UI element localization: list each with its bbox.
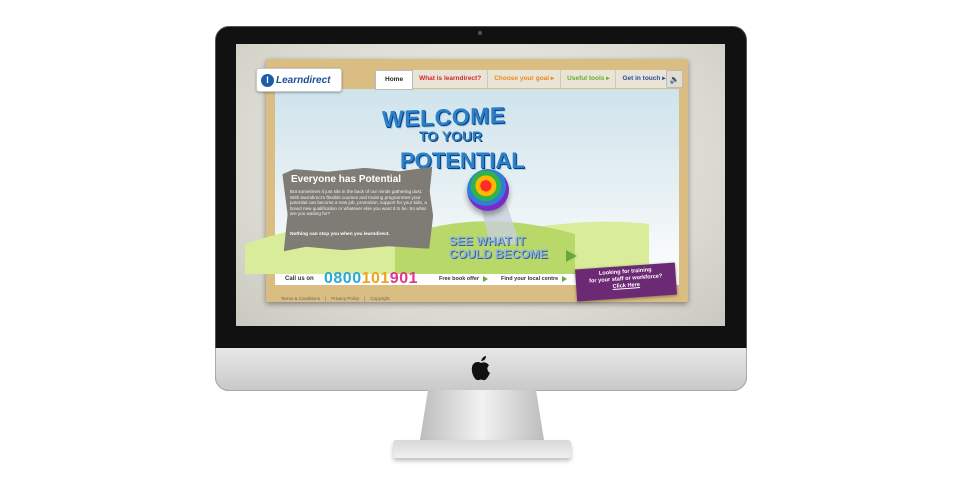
nav-what-label: What is learndirect? <box>419 75 482 82</box>
logo-mark: l <box>261 73 274 87</box>
nav-home[interactable]: Home <box>375 70 414 90</box>
panel-title: Everyone has Potential <box>291 174 402 185</box>
call-us-label: Call us on <box>285 276 314 282</box>
nav-choose-your-goal[interactable]: Choose your goal ▸ <box>488 70 562 88</box>
play-arrow-icon[interactable] <box>566 250 577 262</box>
free-book-offer-link[interactable]: Free book offer <box>439 276 489 282</box>
learndirect-logo[interactable]: l Learndirect <box>256 68 342 92</box>
arrow-right-icon <box>562 276 568 282</box>
apple-logo-icon <box>471 356 490 381</box>
logo-text: Learndirect <box>276 74 331 86</box>
nav-what-is-learndirect[interactable]: What is learndirect? <box>413 70 489 88</box>
local-centre-label: Find your local centre <box>501 276 559 282</box>
phone-part-3: 901 <box>389 270 418 287</box>
panel-tagline: Nothing can stop you when you learndirec… <box>290 232 390 237</box>
footer-separator: | <box>325 296 327 301</box>
see-what-it-could-become-link[interactable]: SEE WHAT IT COULD BECOME <box>449 235 548 261</box>
phone-part-2: 101 <box>361 270 390 287</box>
chevron-right-icon: ▸ <box>606 75 610 82</box>
phone-part-1: 0800 <box>324 270 362 287</box>
phone-number[interactable]: 0800101901 <box>324 270 418 288</box>
imac-stand <box>420 390 544 440</box>
chevron-right-icon: ▸ <box>662 75 666 82</box>
nav-useful-tools[interactable]: Useful tools ▸ <box>561 70 617 88</box>
cta-line2: COULD BECOME <box>449 247 548 261</box>
webcam-dot <box>478 31 482 35</box>
terms-link[interactable]: Terms & Conditions <box>281 296 320 301</box>
book-offer-label: Free book offer <box>439 276 480 282</box>
imac-foot <box>393 440 571 458</box>
nav-tools-label: Useful tools <box>567 75 605 82</box>
footer-separator: | <box>364 296 366 301</box>
nav-home-label: Home <box>385 76 404 83</box>
main-nav: Home What is learndirect? Choose your go… <box>375 70 687 90</box>
hero-to-your: TO YOUR <box>419 128 483 144</box>
panel-body: But sometimes it just sits in the back o… <box>290 189 427 217</box>
nav-goal-label: Choose your goal <box>494 75 550 82</box>
find-local-centre-link[interactable]: Find your local centre <box>501 276 568 282</box>
nav-get-in-touch[interactable]: Get in touch ▸ <box>616 70 673 88</box>
screen: l Learndirect Home What is learndirect? … <box>236 44 725 326</box>
copyright-link[interactable]: Copyright <box>370 296 389 301</box>
footer-links: Terms & Conditions | Privacy Policy | Co… <box>281 296 390 301</box>
nav-touch-label: Get in touch <box>622 75 661 82</box>
rainbow-sphere-graphic <box>467 169 509 211</box>
arrow-right-icon <box>483 276 489 282</box>
chevron-right-icon: ▸ <box>550 75 555 82</box>
privacy-link[interactable]: Privacy Policy <box>331 296 359 301</box>
speaker-icon[interactable]: 🔈 <box>666 70 683 88</box>
